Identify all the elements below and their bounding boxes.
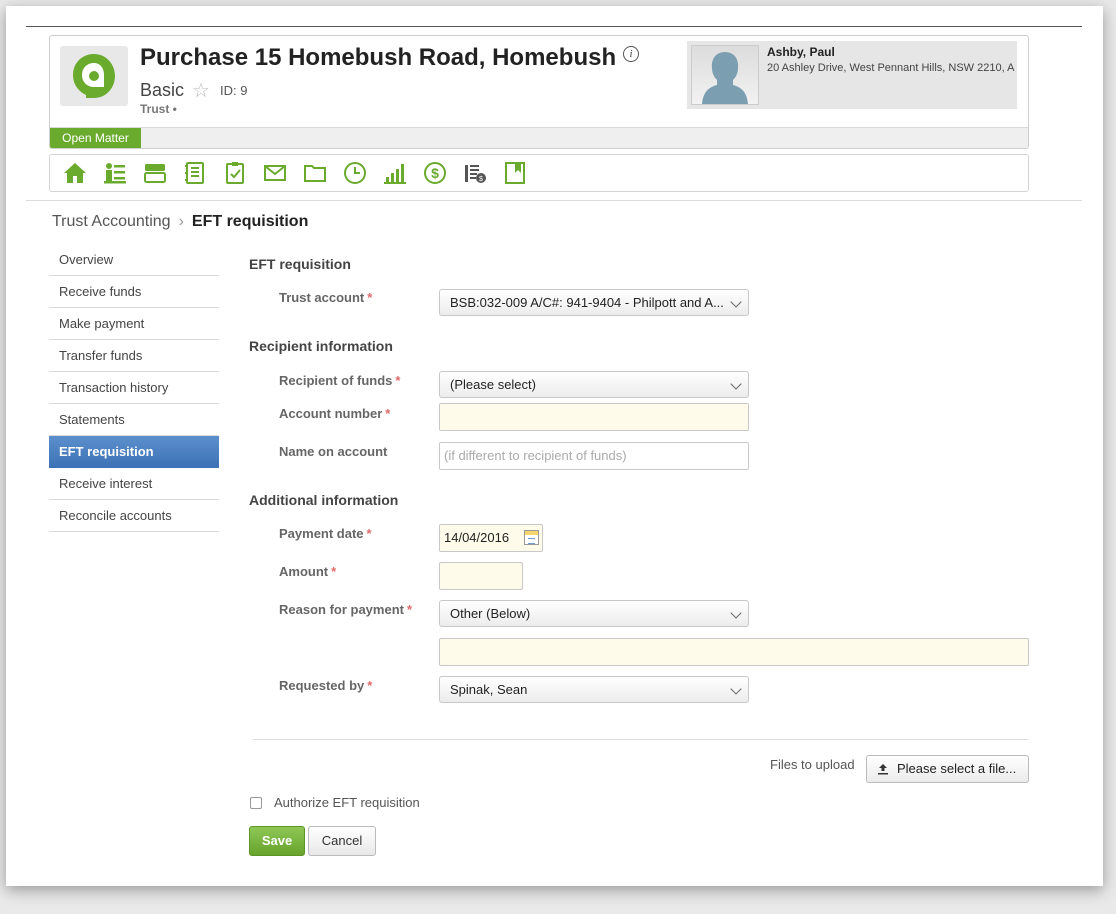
chevron-down-icon (730, 607, 742, 619)
home-icon[interactable] (62, 160, 88, 186)
matter-subtitle: Trust • (140, 102, 177, 116)
sidebar-item-statements[interactable]: Statements (49, 404, 219, 436)
contacts-icon[interactable] (102, 160, 128, 186)
contact-name: Ashby, Paul (767, 45, 835, 59)
star-icon[interactable]: ☆ (192, 78, 210, 103)
account-number-input[interactable] (439, 403, 749, 431)
matter-header-card: Purchase 15 Homebush Road, Homebush i Ba… (49, 35, 1029, 149)
folder-icon[interactable] (302, 160, 328, 186)
sidebar-item-transfer-funds[interactable]: Transfer funds (49, 340, 219, 372)
top-rule (26, 26, 1082, 27)
matter-title: Purchase 15 Homebush Road, Homebush (140, 44, 617, 71)
matter-type: Basic (140, 80, 185, 100)
chevron-right-icon: › (178, 213, 184, 230)
sidebar-item-receive-funds[interactable]: Receive funds (49, 276, 219, 308)
avatar (691, 45, 759, 105)
amount-label: Amount * (279, 564, 337, 579)
trust-account-select[interactable]: BSB:032-009 A/C#: 941-9404 - Philpott an… (439, 289, 749, 316)
section-eft-heading: EFT requisition (249, 256, 351, 272)
recipient-select[interactable]: (Please select) (439, 371, 749, 398)
save-button[interactable]: Save (249, 826, 305, 856)
section-additional-heading: Additional information (249, 492, 399, 508)
matter-id: ID: 9 (220, 83, 248, 98)
sidebar-item-make-payment[interactable]: Make payment (49, 308, 219, 340)
sidebar-item-overview[interactable]: Overview (49, 244, 219, 276)
upload-icon (878, 764, 888, 775)
requested-by-label: Requested by * (279, 678, 373, 693)
dollar-icon[interactable]: $ (422, 160, 448, 186)
calendar-icon[interactable] (524, 530, 539, 545)
recipient-label: Recipient of funds * (279, 373, 401, 388)
matter-logo-icon (60, 46, 128, 106)
payment-date-input[interactable]: 14/04/2016 (439, 524, 543, 552)
mail-icon[interactable] (262, 160, 288, 186)
breadcrumb-current: EFT requisition (191, 213, 309, 230)
select-file-button[interactable]: Please select a file... (866, 755, 1029, 783)
chevron-down-icon (730, 683, 742, 695)
reason-select[interactable]: Other (Below) (439, 600, 749, 627)
cancel-button[interactable]: Cancel (308, 826, 376, 856)
app-window: Purchase 15 Homebush Road, Homebush i Ba… (6, 6, 1103, 886)
clock-icon[interactable] (342, 160, 368, 186)
section-recipient-heading: Recipient information (249, 338, 393, 354)
requested-by-select[interactable]: Spinak, Sean (439, 676, 749, 703)
reason-label: Reason for payment * (279, 602, 413, 617)
header-divider (26, 200, 1082, 201)
svg-text:$: $ (431, 165, 439, 181)
authorize-label[interactable]: Authorize EFT requisition (274, 795, 420, 810)
authorize-checkbox[interactable] (250, 797, 262, 809)
status-strip (50, 127, 1028, 148)
accounts-icon[interactable]: $ (462, 160, 488, 186)
chart-icon[interactable] (382, 160, 408, 186)
breadcrumb-parent[interactable]: Trust Accounting (52, 213, 171, 230)
chevron-down-icon (730, 378, 742, 390)
matter-toolbar: $ $ (49, 154, 1029, 192)
name-on-account-input[interactable]: (if different to recipient of funds) (439, 442, 749, 470)
status-badge: Open Matter (50, 128, 141, 148)
reason-other-input[interactable] (439, 638, 1029, 666)
cards-icon[interactable] (142, 160, 168, 186)
name-on-account-label: Name on account (279, 444, 388, 459)
tasks-icon[interactable] (222, 160, 248, 186)
trust-account-label: Trust account * (279, 290, 373, 305)
account-number-label: Account number * (279, 406, 391, 421)
contact-address: 20 Ashley Drive, West Pennant Hills, NSW… (767, 62, 1015, 74)
contact-card[interactable]: Ashby, Paul 20 Ashley Drive, West Pennan… (687, 41, 1017, 109)
person-silhouette-icon (702, 52, 748, 104)
files-to-upload-label: Files to upload (770, 757, 855, 772)
form-divider (253, 739, 1029, 740)
sidebar-item-reconcile-accounts[interactable]: Reconcile accounts (49, 500, 219, 532)
sidebar-nav: Overview Receive funds Make payment Tran… (49, 244, 219, 532)
breadcrumb: Trust Accounting › EFT requisition (52, 213, 308, 231)
sidebar-item-receive-interest[interactable]: Receive interest (49, 468, 219, 500)
chevron-down-icon (730, 296, 742, 308)
svg-text:$: $ (479, 176, 483, 183)
notes-icon[interactable] (182, 160, 208, 186)
amount-input[interactable] (439, 562, 523, 590)
sidebar-item-transaction-history[interactable]: Transaction history (49, 372, 219, 404)
info-icon[interactable]: i (623, 46, 639, 62)
bookmark-icon[interactable] (502, 160, 528, 186)
sidebar-item-eft-requisition[interactable]: EFT requisition (49, 436, 219, 468)
payment-date-label: Payment date * (279, 526, 372, 541)
